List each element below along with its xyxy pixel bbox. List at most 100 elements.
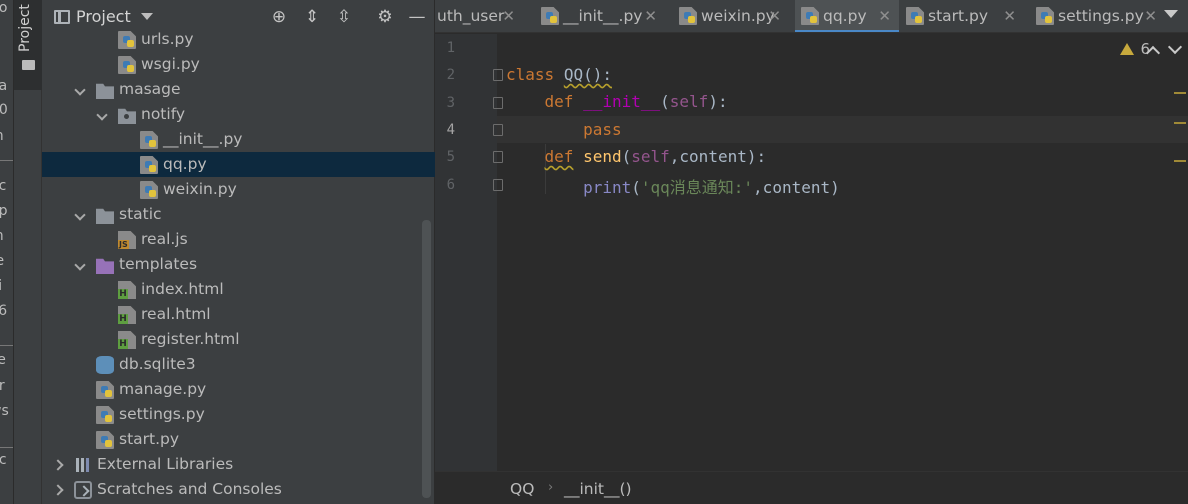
tree-item[interactable]: masage (42, 77, 422, 102)
project-view-selector[interactable]: Project (54, 7, 153, 26)
tree-item[interactable]: templates (42, 252, 422, 277)
breadcrumb-class[interactable]: QQ (510, 480, 534, 498)
tree-item[interactable]: __init__.py (42, 127, 422, 152)
breadcrumb-method[interactable]: __init__() (564, 480, 632, 498)
tree-item[interactable]: notify (42, 102, 422, 127)
tree-item[interactable]: Scratches and Consoles (42, 477, 422, 502)
expand-all-icon[interactable]: ⇕ (302, 7, 322, 27)
tree-item-label: settings.py (119, 405, 205, 423)
library-icon (74, 456, 92, 474)
background-text-fragment: ur (0, 378, 13, 394)
tree-item-label: Scratches and Consoles (97, 480, 282, 498)
tree-item[interactable]: manage.py (42, 377, 422, 402)
code-line-3: def __init__(self): (544, 92, 728, 111)
tabs-dropdown-icon[interactable] (1164, 10, 1178, 18)
tree-item[interactable]: qq.py (42, 152, 435, 177)
chevron-right-icon[interactable] (54, 452, 66, 477)
python-file-icon (96, 381, 114, 399)
fold-marker-icon[interactable] (493, 178, 503, 191)
chevron-right-icon[interactable] (54, 477, 66, 502)
close-icon[interactable]: ✕ (878, 0, 891, 32)
tree-item[interactable]: start.py (42, 427, 422, 452)
close-icon[interactable]: ✕ (1144, 0, 1157, 32)
tree-item[interactable]: wsgi.py (42, 52, 422, 77)
tree-item[interactable]: settings.py (42, 402, 422, 427)
chevron-down-icon[interactable] (74, 252, 86, 277)
divider (0, 447, 13, 448)
background-text-fragment: y6 (0, 303, 13, 319)
tree-scrollbar[interactable] (422, 220, 431, 498)
inspection-widget[interactable]: 6 (1120, 40, 1150, 58)
editor-tab[interactable]: weixin.py ✕ (673, 0, 789, 32)
fold-marker-icon[interactable] (493, 123, 503, 136)
fold-marker-icon[interactable] (493, 96, 503, 109)
divider (0, 345, 13, 346)
tree-item[interactable]: index.html (42, 277, 422, 302)
editor-tab[interactable]: qq.py ✕ (795, 0, 899, 32)
editor-tab[interactable]: uth_user ✕ (435, 0, 523, 32)
hide-panel-icon[interactable]: — (407, 7, 427, 27)
background-text-fragment: vi (0, 278, 13, 294)
chevron-down-icon[interactable] (74, 77, 86, 102)
code-line-5: def send(self,content): (544, 147, 767, 166)
tree-item[interactable]: real.html (42, 302, 422, 327)
editor-tab-label: qq.py (823, 7, 867, 25)
tree-item[interactable]: db.sqlite3 (42, 352, 422, 377)
tree-item[interactable]: urls.py (42, 27, 422, 52)
package-icon (118, 108, 136, 124)
tree-item-label: real.html (141, 305, 211, 323)
error-stripe-mark[interactable] (1174, 122, 1186, 124)
tree-item[interactable]: static (42, 202, 422, 227)
project-tool-tab[interactable]: Project (14, 0, 42, 90)
editor-tabs: uth_user ✕ __init__.py ✕ weixin.py ✕ qq.py ✕ sta… (435, 0, 1188, 33)
tree-item-label: register.html (141, 330, 240, 348)
background-text-fragment: ea (0, 78, 13, 94)
tree-item-label: weixin.py (163, 180, 237, 198)
folder-icon (22, 60, 35, 70)
fold-marker-icon[interactable] (493, 69, 503, 82)
editor-tab[interactable]: settings.py ✕ (1030, 0, 1165, 32)
fold-marker-icon[interactable] (493, 151, 503, 164)
gear-icon[interactable]: ⚙ (375, 7, 395, 27)
code-line-6: print('qq消息通知:',content) (583, 178, 840, 197)
close-icon[interactable]: ✕ (644, 0, 657, 32)
line-number: 1 (446, 40, 455, 56)
error-stripe-mark[interactable] (1174, 160, 1186, 162)
locate-file-icon[interactable]: ⊕ (269, 7, 289, 27)
close-icon[interactable]: ✕ (502, 0, 515, 32)
breadcrumb-separator: › (548, 480, 554, 495)
background-text-fragment: m (0, 128, 13, 144)
editor-tab[interactable]: __init__.py ✕ (535, 0, 665, 32)
tree-item-label: wsgi.py (141, 55, 200, 73)
line-number: 5 (446, 149, 455, 166)
python-file-icon (140, 156, 158, 174)
editor-tab-label: uth_user (437, 7, 505, 25)
line-number: 3 (446, 94, 455, 111)
folder-icon (96, 83, 114, 99)
tree-item-label: __init__.py (163, 130, 243, 148)
tree-item[interactable]: register.html (42, 327, 422, 352)
divider (0, 160, 13, 161)
next-highlight-icon[interactable] (1167, 39, 1183, 55)
line-number: 4 (446, 121, 455, 138)
close-icon[interactable]: ✕ (768, 0, 781, 32)
background-text-fragment: te (0, 253, 13, 269)
python-file-icon (118, 56, 136, 74)
editor-tab-label: settings.py (1058, 7, 1144, 25)
error-stripe-mark[interactable] (1174, 92, 1186, 94)
editor-tab-label: weixin.py (701, 7, 775, 25)
close-icon[interactable]: ✕ (1003, 0, 1016, 32)
tree-item[interactable]: real.js (42, 227, 422, 252)
chevron-down-icon[interactable] (74, 202, 86, 227)
background-text-fragment: ap (0, 203, 13, 219)
editor-tab[interactable]: start.py ✕ (900, 0, 1024, 32)
project-tool-tab-label: Project (17, 4, 33, 52)
panel-icon (54, 9, 70, 24)
tree-item[interactable]: External Libraries (42, 452, 422, 477)
collapse-all-icon[interactable]: ⇳ (334, 7, 354, 27)
python-file-icon (679, 7, 697, 25)
code-editor[interactable]: 1 2 3 4 5 6 class QQ(): def __init__(self): p… (435, 34, 1188, 471)
chevron-down-icon[interactable] (96, 102, 108, 127)
background-text-fragment: m (0, 228, 13, 244)
tree-item[interactable]: weixin.py (42, 177, 422, 202)
